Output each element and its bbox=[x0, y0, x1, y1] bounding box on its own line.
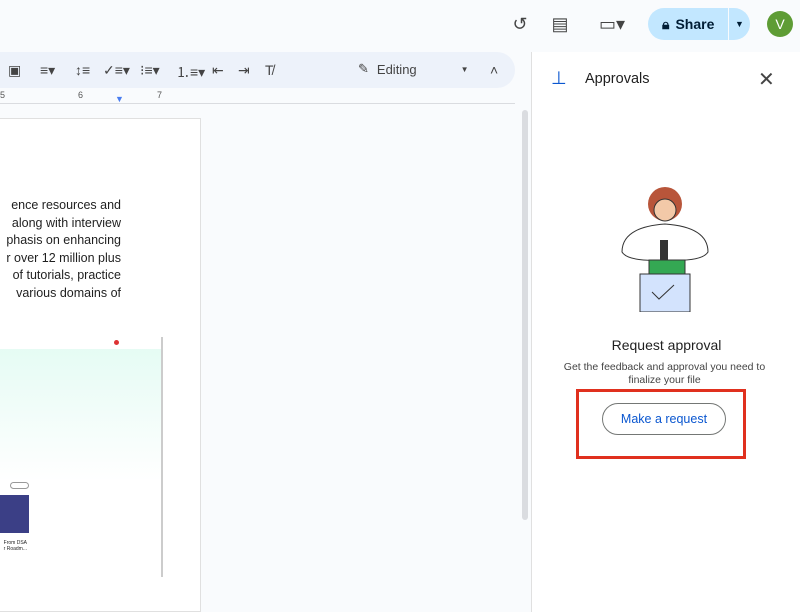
embedded-header bbox=[0, 337, 161, 349]
share-label: Share bbox=[675, 16, 715, 32]
notification-dot bbox=[114, 340, 119, 345]
ruler-tick: 6 bbox=[78, 90, 84, 100]
text-line: phasis on enhancing bbox=[6, 233, 121, 247]
share-dropdown[interactable]: ▼ bbox=[728, 8, 750, 40]
version-history-icon[interactable]: ↺ bbox=[508, 12, 532, 36]
indent-marker-icon[interactable]: ▼ bbox=[115, 94, 124, 104]
bulleted-list-icon[interactable]: ⁝≡▾ bbox=[140, 62, 160, 79]
text-line: along with interview bbox=[11, 215, 121, 230]
view-all-chip bbox=[10, 482, 29, 489]
ruler-tick: 7 bbox=[157, 90, 163, 100]
clear-formatting-icon[interactable]: T̸ bbox=[265, 62, 274, 78]
scrollbar[interactable] bbox=[522, 110, 528, 520]
toolbar: ▣ ≡▾ ↕≡ ✓≡▾ ⁝≡▾ ⒈≡▾ ⇤ ⇥ T̸ ✎ Editing ▼ ˄ bbox=[0, 52, 515, 88]
mode-label: Editing bbox=[376, 61, 417, 77]
line-spacing-icon[interactable]: ↕≡ bbox=[75, 62, 90, 78]
request-approval-description: Get the feedback and approval you need t… bbox=[563, 361, 766, 386]
embedded-screenshot[interactable]: From DSA r Roadm... bbox=[0, 337, 163, 577]
decrease-indent-icon[interactable]: ⇤ bbox=[212, 62, 224, 79]
chevron-down-icon: ▼ bbox=[460, 64, 469, 74]
text-line: ence resources and bbox=[11, 198, 121, 212]
approvals-stamp-icon: ⊥ bbox=[551, 68, 567, 88]
numbered-list-icon[interactable]: ⒈≡▾ bbox=[176, 62, 205, 82]
text-line: of tutorials, practice bbox=[12, 268, 121, 282]
ruler[interactable]: 5 6 7 ▼ bbox=[0, 90, 515, 104]
insert-image-icon[interactable]: ▣ bbox=[8, 62, 21, 79]
text-line: various domains of bbox=[16, 285, 121, 300]
ruler-tick: 5 bbox=[0, 90, 6, 100]
text-line: r over 12 million plus bbox=[6, 250, 121, 265]
panel-title: Approvals bbox=[585, 71, 650, 87]
avatar[interactable]: V bbox=[767, 11, 793, 37]
increase-indent-icon[interactable]: ⇥ bbox=[238, 62, 250, 79]
align-icon[interactable]: ≡▾ bbox=[40, 62, 55, 79]
meet-icon[interactable]: ▭▾ bbox=[594, 12, 630, 36]
pencil-icon: ✎ bbox=[358, 61, 369, 76]
approval-illustration bbox=[621, 187, 709, 312]
comments-icon[interactable]: ▤ bbox=[548, 12, 572, 36]
collapse-toolbar-icon[interactable]: ˄ bbox=[490, 62, 498, 78]
highlight-box bbox=[576, 389, 746, 459]
close-icon[interactable]: ✕ bbox=[758, 67, 775, 92]
request-approval-heading: Request approval bbox=[611, 337, 722, 353]
checklist-icon[interactable]: ✓≡▾ bbox=[103, 62, 130, 79]
editing-mode-dropdown[interactable]: ✎ Editing ▼ bbox=[358, 61, 469, 77]
document-text[interactable]: ence resources and along with interview … bbox=[0, 197, 121, 302]
approvals-panel: ⊥ Approvals ✕ Request approval Get the f… bbox=[531, 52, 800, 612]
embed-caption: r Roadm... bbox=[3, 546, 27, 552]
share-button[interactable]: 🔒︎ Share ▼ bbox=[648, 8, 750, 40]
lock-icon: 🔒︎ bbox=[662, 15, 670, 32]
embedded-card-image bbox=[0, 495, 29, 533]
